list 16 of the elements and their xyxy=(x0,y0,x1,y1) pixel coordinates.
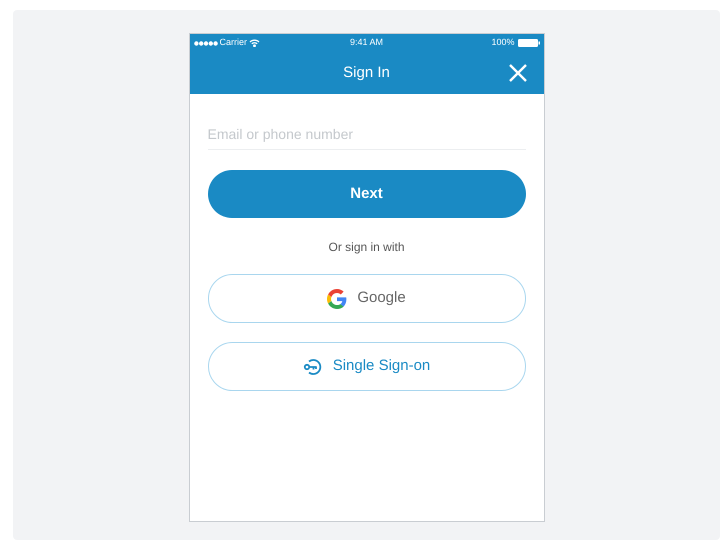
sso-sign-in-button[interactable]: Single Sign-on xyxy=(208,342,526,391)
google-logo-icon xyxy=(327,288,348,308)
email-field[interactable]: Email or phone number xyxy=(208,118,526,150)
wifi-icon xyxy=(249,39,260,47)
google-sign-in-button[interactable]: Google xyxy=(208,274,526,323)
battery-icon xyxy=(518,39,540,47)
carrier-text: Carrier xyxy=(220,36,248,50)
key-icon xyxy=(302,358,323,376)
next-button[interactable]: Next xyxy=(208,170,526,218)
time-text: 9:41 AM xyxy=(350,36,384,50)
close-button[interactable] xyxy=(508,63,528,83)
divider-text: Or sign in with xyxy=(327,239,406,256)
header-title: Sign In xyxy=(343,62,390,83)
battery-text: 100% xyxy=(491,36,514,50)
close-icon xyxy=(508,64,526,82)
signal-icon xyxy=(194,40,218,46)
